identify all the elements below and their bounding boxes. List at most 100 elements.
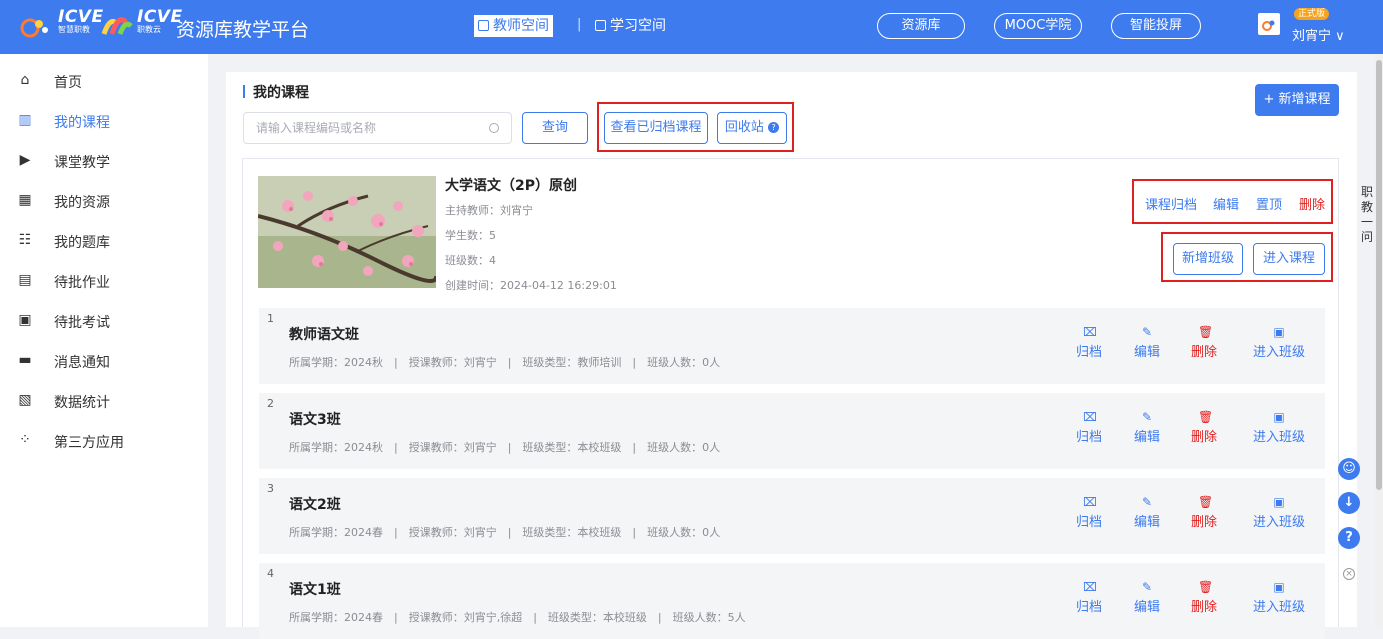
delete-class-button[interactable]: 🗑 删除 — [1174, 581, 1234, 615]
action-label: 进入班级 — [1252, 515, 1305, 530]
search-box — [243, 112, 512, 144]
action-label: 进入班级 — [1252, 600, 1305, 615]
message-icon: ▬ — [18, 352, 32, 368]
delete-class-button[interactable]: 🗑 删除 — [1174, 326, 1234, 360]
enter-class-button[interactable]: ▣ 进入班级 — [1249, 496, 1309, 530]
sidebar-item-8[interactable]: ▧ 数据统计 — [0, 381, 208, 421]
row-number: 2 — [267, 397, 274, 410]
sidebar-item-label: 消息通知 — [54, 355, 110, 371]
class-name[interactable]: 教师语文班 — [289, 324, 359, 344]
row-number: 4 — [267, 567, 274, 580]
enter-class-icon: ▣ — [1273, 325, 1285, 339]
download-icon[interactable]: ↓ — [1338, 492, 1360, 514]
action-label: 编辑 — [1133, 600, 1160, 615]
icve-logo-icon — [20, 18, 48, 38]
avatar[interactable] — [1258, 13, 1280, 35]
archive-icon: ⌧ — [1083, 410, 1097, 424]
edit-class-button[interactable]: ✎ 编辑 — [1117, 326, 1177, 360]
class-name[interactable]: 语文2班 — [289, 494, 341, 514]
sidebar-item-1[interactable]: ▥ 我的课程 — [0, 101, 208, 141]
search-input[interactable] — [244, 113, 474, 143]
class-meta: 所属学期：2024春 | 授课教师：刘宵宁,徐超 | 班级类型：本校班级 | 班… — [289, 611, 746, 624]
archive-class-button[interactable]: ⌧ 归档 — [1059, 411, 1119, 445]
action-label: 归档 — [1075, 515, 1102, 530]
help-icon[interactable]: ? — [1338, 527, 1360, 549]
sidebar-item-label: 我的资源 — [54, 195, 110, 211]
version-badge: 正式版 — [1294, 8, 1330, 20]
sidebar-item-2[interactable]: ▶ 课堂教学 — [0, 141, 208, 181]
sidebar-item-5[interactable]: ▤ 待批作业 — [0, 261, 208, 301]
action-label: 进入班级 — [1252, 345, 1305, 360]
row-number: 3 — [267, 482, 274, 495]
sidebar-item-label: 首页 — [54, 75, 82, 91]
edit-class-button[interactable]: ✎ 编辑 — [1117, 496, 1177, 530]
book-icon: ▥ — [18, 112, 32, 128]
nav-resource-library[interactable]: 资源库 — [877, 13, 965, 39]
sidebar-item-4[interactable]: ☷ 我的题库 — [0, 221, 208, 261]
page-title: 我的课程 — [253, 85, 309, 101]
enter-class-icon: ▣ — [1273, 410, 1285, 424]
platform-title: 资源库教学平台 — [176, 19, 310, 41]
homework-icon: ▤ — [18, 272, 32, 288]
query-button[interactable]: 查询 — [522, 112, 588, 144]
action-label: 归档 — [1075, 600, 1102, 615]
class-meta: 所属学期：2024秋 | 授课教师：刘宵宁 | 班级类型：教师培训 | 班级人数… — [289, 356, 721, 369]
tab-study-space[interactable]: 学习空间 — [591, 15, 670, 37]
delete-class-button[interactable]: 🗑 删除 — [1174, 411, 1234, 445]
archive-icon: ⌧ — [1083, 495, 1097, 509]
delete-icon: 🗑 — [1198, 410, 1214, 424]
sidebar-item-7[interactable]: ▬ 消息通知 — [0, 341, 208, 381]
enter-class-icon: ▣ — [1273, 495, 1285, 509]
nav-smart-projection[interactable]: 智能投屏 — [1111, 13, 1201, 39]
exam-icon: ▣ — [18, 312, 32, 328]
action-label: 归档 — [1075, 345, 1102, 360]
home-icon: ⌂ — [20, 72, 30, 88]
enter-class-button[interactable]: ▣ 进入班级 — [1249, 326, 1309, 360]
highlight-box-archive-recycle — [597, 102, 794, 152]
table-row: 3 语文2班 所属学期：2024春 | 授课教师：刘宵宁 | 班级类型：本校班级 |… — [259, 478, 1325, 554]
tab-teacher-space[interactable]: 教师空间 — [474, 15, 553, 37]
course-created-time: 创建时间：2024-04-12 16:29:01 — [445, 279, 617, 292]
course-teacher: 主持教师：刘宵宁 — [445, 204, 533, 217]
edit-icon: ✎ — [1141, 580, 1153, 594]
archive-class-button[interactable]: ⌧ 归档 — [1059, 496, 1119, 530]
delete-class-button[interactable]: 🗑 删除 — [1174, 496, 1234, 530]
enter-class-button[interactable]: ▣ 进入班级 — [1249, 581, 1309, 615]
delete-icon: 🗑 — [1198, 495, 1214, 509]
table-row: 1 教师语文班 所属学期：2024秋 | 授课教师：刘宵宁 | 班级类型：教师培训 … — [259, 308, 1325, 384]
edit-class-button[interactable]: ✎ 编辑 — [1117, 411, 1177, 445]
library-icon: ▦ — [18, 192, 32, 208]
customer-service-icon[interactable]: ☺ — [1338, 458, 1360, 480]
edit-class-button[interactable]: ✎ 编辑 — [1117, 581, 1177, 615]
scrollbar-thumb[interactable] — [1376, 60, 1382, 490]
archive-class-button[interactable]: ⌧ 归档 — [1059, 581, 1119, 615]
class-name[interactable]: 语文3班 — [289, 409, 341, 429]
highlight-box-class-buttons — [1161, 232, 1333, 282]
section-title-bar — [243, 85, 245, 98]
side-assistant-tab[interactable]: 职教一问 — [1360, 185, 1374, 245]
add-course-button[interactable]: + 新增课程 — [1255, 84, 1339, 116]
course-title[interactable]: 大学语文（2P）原创 — [445, 175, 577, 195]
user-menu[interactable]: 刘宵宁 ∨ — [1292, 25, 1345, 44]
screen-play-icon: ▶ — [19, 152, 31, 168]
close-icon[interactable]: × — [1343, 568, 1355, 580]
search-icon[interactable] — [489, 123, 499, 133]
edit-icon: ✎ — [1141, 325, 1153, 339]
nav-mooc-college[interactable]: MOOC学院 — [994, 13, 1082, 39]
course-cover-image[interactable] — [258, 176, 436, 288]
apps-icon: ⁘ — [19, 432, 31, 448]
avatar-logo-icon — [1262, 20, 1275, 31]
sidebar-item-3[interactable]: ▦ 我的资源 — [0, 181, 208, 221]
class-name[interactable]: 语文1班 — [289, 579, 341, 599]
sidebar-item-6[interactable]: ▣ 待批考试 — [0, 301, 208, 341]
zhijiaoyun-logo-icon — [101, 17, 133, 35]
edit-icon: ✎ — [1141, 410, 1153, 424]
teacher-space-icon — [478, 20, 489, 31]
sidebar-item-label: 课堂教学 — [54, 155, 110, 171]
sidebar-item-0[interactable]: ⌂ 首页 — [0, 61, 208, 101]
enter-class-button[interactable]: ▣ 进入班级 — [1249, 411, 1309, 445]
archive-class-button[interactable]: ⌧ 归档 — [1059, 326, 1119, 360]
action-label: 进入班级 — [1252, 430, 1305, 445]
sidebar-item-9[interactable]: ⁘ 第三方应用 — [0, 421, 208, 461]
top-bar: ICVE 智慧职教 ICVE 职教云 资源库教学平台 教师空间 | 学习空间 资… — [0, 0, 1383, 54]
